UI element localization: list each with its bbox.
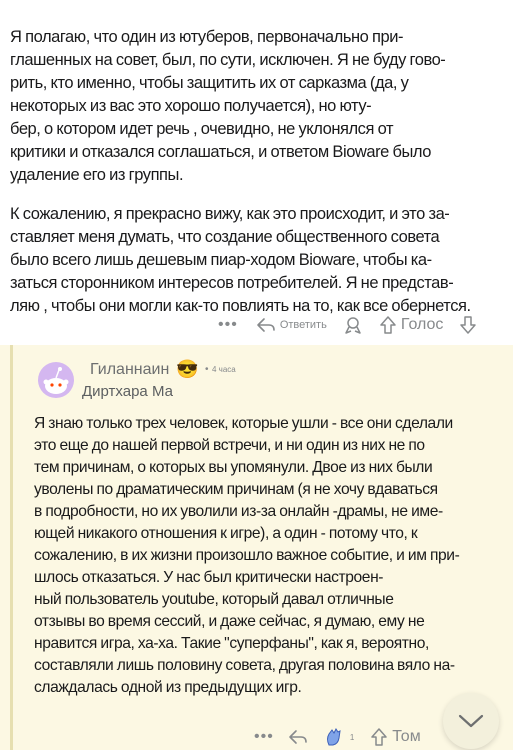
- more-options-button[interactable]: •••: [254, 728, 274, 746]
- upvote-button[interactable]: Голос: [379, 315, 444, 335]
- sunglasses-emoji-icon: 😎: [176, 359, 199, 379]
- reply-icon: [257, 318, 275, 332]
- reply-icon: [289, 730, 307, 744]
- separator-dot: •: [205, 364, 209, 375]
- comment-paragraph-2: К сожалению, я прекрасно вижу, как это п…: [10, 205, 471, 315]
- comment-paragraph-1: Я полагаю, что один из ютуберов, первона…: [10, 28, 446, 184]
- downvote-button[interactable]: [459, 315, 477, 335]
- reply-label: Ответить: [279, 319, 327, 331]
- reply-button[interactable]: [288, 729, 308, 745]
- thread-line[interactable]: [10, 345, 13, 750]
- vote-label: Том: [392, 728, 421, 745]
- downvote-arrow-icon: [460, 316, 477, 334]
- reply-button[interactable]: Ответить: [256, 317, 327, 333]
- comment-body: Я полагаю, что один из ютуберов, первона…: [10, 26, 505, 334]
- comment-body: Я знаю только трех человек, которые ушли…: [34, 415, 460, 696]
- comment-reply-highlighted: Гиланнаин 😎 • 4 часа Диртхара Ма Я знаю …: [0, 345, 513, 750]
- comment-actions: ••• 1 Том: [254, 724, 437, 750]
- award-button[interactable]: [343, 315, 363, 335]
- username[interactable]: Гиланнаин: [90, 361, 169, 379]
- user-flair: Диртхара Ма: [82, 383, 173, 400]
- vote-label: Голос: [400, 316, 444, 333]
- award-count: 1: [349, 732, 355, 742]
- comment-actions: ••• Ответить Голос: [218, 312, 493, 338]
- award-icon: [345, 317, 361, 334]
- avatar[interactable]: [38, 362, 74, 398]
- chevron-down-icon: [458, 714, 484, 728]
- scroll-down-button[interactable]: [443, 693, 499, 749]
- comment-parent: Я полагаю, что один из ютуберов, первона…: [0, 0, 513, 345]
- upvote-arrow-icon: [371, 728, 388, 746]
- upvote-arrow-icon: [380, 316, 396, 334]
- upvote-button[interactable]: Том: [370, 727, 421, 747]
- snoo-avatar-icon: [43, 367, 69, 394]
- award-button[interactable]: 1: [324, 727, 354, 747]
- more-options-button[interactable]: •••: [218, 316, 238, 334]
- timestamp: 4 часа: [212, 365, 236, 374]
- clapping-hands-award-icon: [326, 728, 341, 746]
